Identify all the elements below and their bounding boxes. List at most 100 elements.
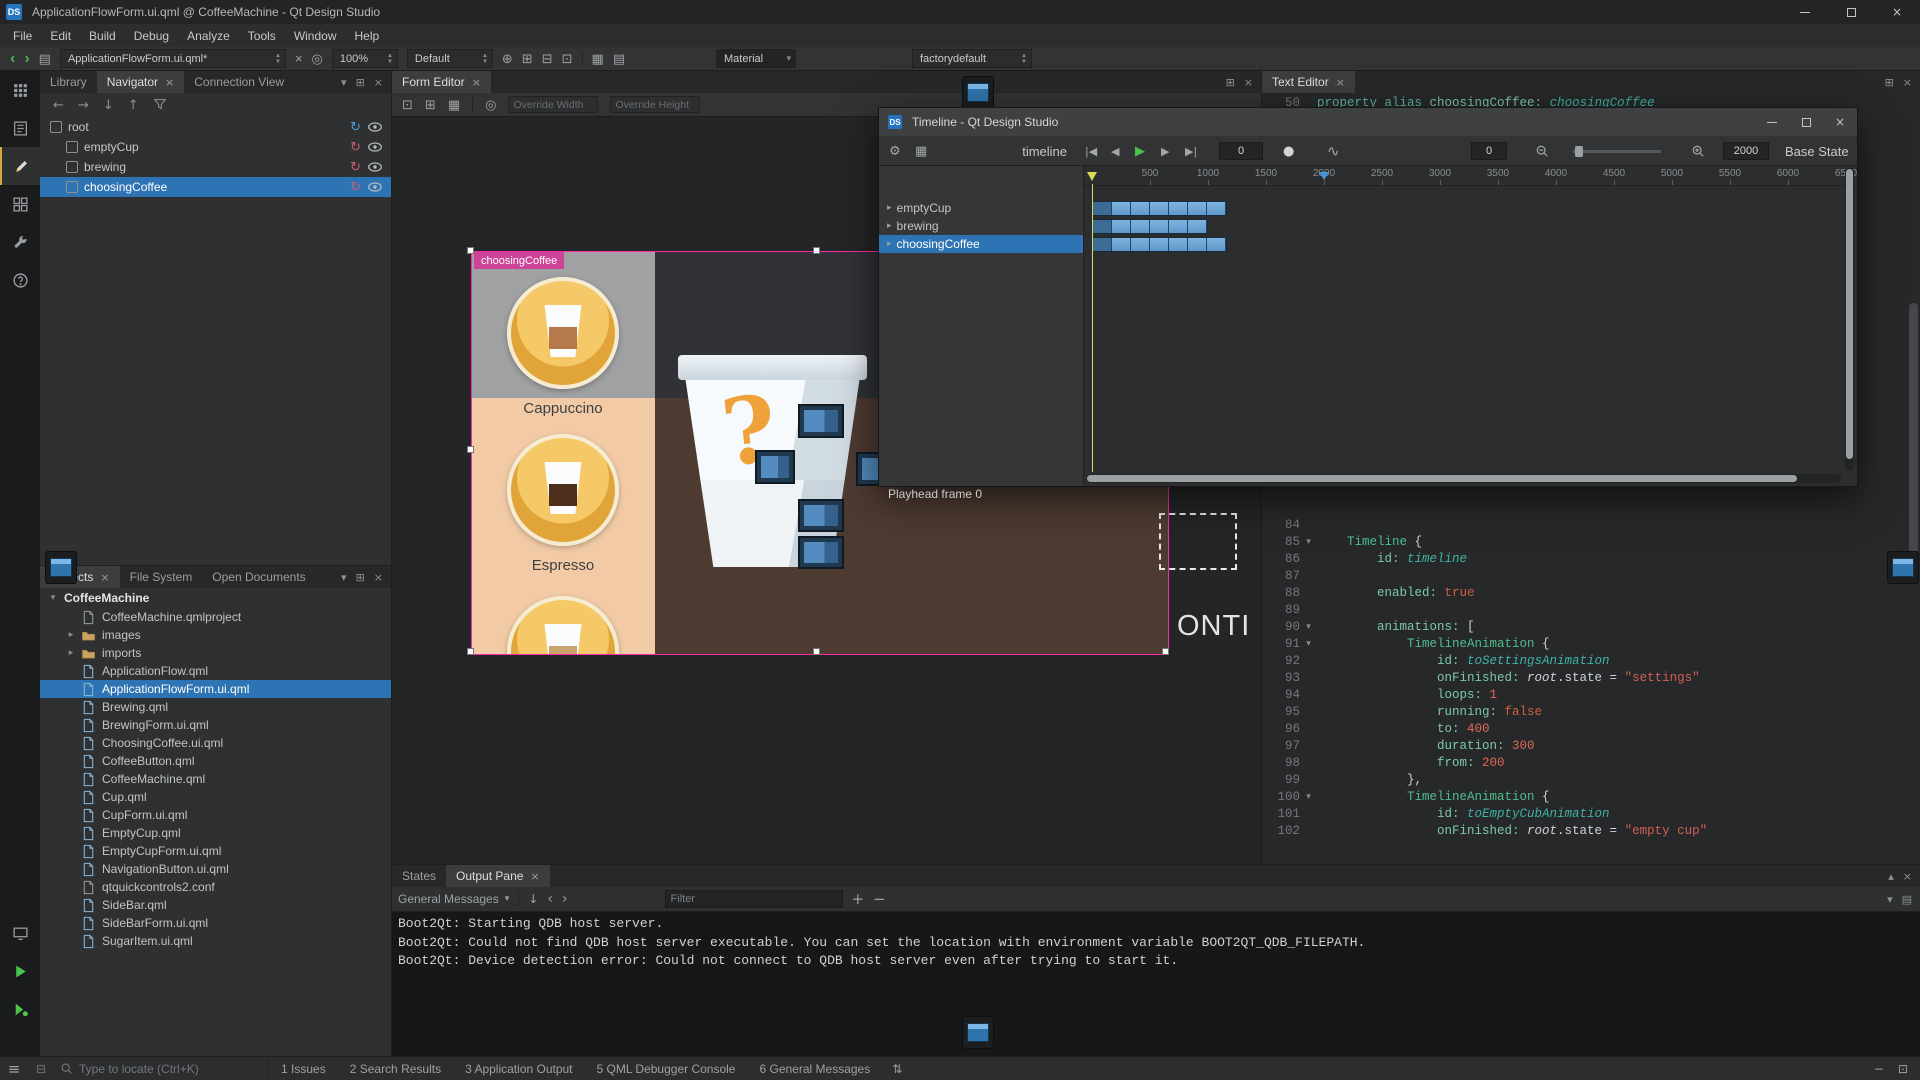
keyframe-cell[interactable]: [1169, 220, 1188, 233]
resize-tool-icon[interactable]: ▦: [448, 98, 460, 111]
tab-close-icon[interactable]: ×: [165, 76, 174, 89]
console-output[interactable]: Boot2Qt: Starting QDB host server.Boot2Q…: [392, 912, 1920, 972]
timeline-step-forward-button[interactable]: ▶: [1161, 136, 1169, 166]
filter-input[interactable]: [665, 890, 843, 908]
timeline-vscrollbar[interactable]: [1845, 168, 1854, 470]
project-file-coffeemachine-qmlproject[interactable]: CoffeeMachine.qmlproject: [40, 608, 391, 626]
scrollbar-thumb[interactable]: [1087, 475, 1797, 482]
zoom-out-button[interactable]: −: [873, 890, 886, 908]
project-file-coffeebutton-qml[interactable]: CoffeeButton.qml: [40, 752, 391, 770]
dock-indicator-left[interactable]: [45, 551, 77, 584]
navigator-item-choosingCoffee[interactable]: choosingCoffee↻: [40, 177, 391, 197]
alias-export-icon[interactable]: ↻: [350, 181, 361, 194]
navigator-filter-icon[interactable]: [153, 97, 167, 114]
end-frame-marker[interactable]: [1319, 172, 1329, 180]
help-mode-button[interactable]: [0, 261, 40, 299]
timeline-filter-icon[interactable]: ▦: [915, 136, 927, 166]
override-width-input[interactable]: [508, 96, 598, 113]
navigator-item-brewing[interactable]: brewing↻: [40, 157, 391, 177]
back-button[interactable]: ‹: [10, 51, 15, 67]
zoom-in-button[interactable]: +: [852, 890, 865, 908]
visibility-eye-icon[interactable]: [367, 119, 383, 135]
record-button[interactable]: ●: [1283, 136, 1294, 166]
navigator-move-up-icon[interactable]: ↑: [128, 98, 139, 113]
panel-split-icon[interactable]: ⊞: [356, 571, 365, 584]
timeline-step-back-button[interactable]: ◀: [1111, 136, 1119, 166]
base-state-button[interactable]: Base State: [1785, 136, 1849, 166]
alias-export-icon[interactable]: ↻: [350, 121, 361, 134]
keyframe-cell[interactable]: [1188, 238, 1207, 251]
forward-button[interactable]: ›: [24, 51, 29, 67]
code-line[interactable]: 84: [1262, 517, 1906, 534]
timeline-track-brewing[interactable]: ▸brewing: [879, 217, 1083, 235]
tab-states[interactable]: States: [392, 865, 446, 887]
status-pane-1[interactable]: 1 Issues: [269, 1062, 338, 1076]
zoom-dropdown[interactable]: 100% ▲▼: [332, 49, 398, 68]
keyframe-cell[interactable]: [1150, 202, 1169, 215]
local-frame-input[interactable]: [1471, 142, 1507, 160]
panel-dropdown-icon[interactable]: ▾: [341, 571, 347, 584]
goto-implementation-icon[interactable]: ◎: [485, 98, 496, 111]
selection-handle[interactable]: [1162, 648, 1169, 655]
timeline-to-end-button[interactable]: ▶|: [1185, 136, 1197, 166]
tab-text-editor[interactable]: Text Editor×: [1262, 71, 1355, 93]
tab-navigator[interactable]: Navigator×: [97, 71, 185, 93]
dock-indicator-top[interactable]: [962, 76, 994, 109]
project-file-brewingform-ui-qml[interactable]: BrewingForm.ui.qml: [40, 716, 391, 734]
project-file-emptycupform-ui-qml[interactable]: EmptyCupForm.ui.qml: [40, 842, 391, 860]
selection-handle[interactable]: [467, 247, 474, 254]
hide-panes-icon[interactable]: −: [1874, 1062, 1884, 1076]
tab-close-icon[interactable]: ×: [1336, 76, 1345, 89]
alias-export-icon[interactable]: ↻: [350, 161, 361, 174]
minimize-button[interactable]: [1755, 108, 1789, 136]
code-line[interactable]: 93onFinished: root.state = "settings": [1262, 670, 1906, 687]
panel-close-icon[interactable]: ×: [1903, 870, 1912, 883]
dock-indicator-right[interactable]: [1887, 551, 1919, 584]
show-grid-icon[interactable]: ▦: [592, 52, 604, 65]
project-file-cup-qml[interactable]: Cup.qml: [40, 788, 391, 806]
keyframe-cell[interactable]: [1150, 220, 1169, 233]
visibility-eye-icon[interactable]: [367, 159, 383, 175]
menu-item-file[interactable]: File: [4, 24, 41, 47]
keyframe-bar[interactable]: [1092, 201, 1227, 216]
locator-input[interactable]: [79, 1062, 249, 1076]
keyframe-cell[interactable]: [1093, 238, 1112, 251]
bounding-rects-icon[interactable]: ⊟: [542, 52, 553, 65]
autoscroll-icon[interactable]: ↓: [528, 892, 538, 906]
menu-item-analyze[interactable]: Analyze: [178, 24, 239, 47]
project-file-sugaritem-ui-qml[interactable]: SugarItem.ui.qml: [40, 932, 391, 950]
playhead-frame-input[interactable]: [1219, 142, 1263, 160]
timeline-settings-icon[interactable]: ⚙: [889, 136, 901, 166]
project-file-brewing-qml[interactable]: Brewing.qml: [40, 698, 391, 716]
spinner-icon[interactable]: ▲▼: [275, 53, 281, 65]
code-line[interactable]: 99},: [1262, 772, 1906, 789]
code-line[interactable]: 95running: false: [1262, 704, 1906, 721]
menu-item-debug[interactable]: Debug: [125, 24, 178, 47]
status-pane-4[interactable]: 5 QML Debugger Console: [585, 1062, 748, 1076]
keyframe-cell[interactable]: [1207, 202, 1226, 215]
current-file-dropdown[interactable]: ApplicationFlowForm.ui.qml* ▲▼: [60, 49, 286, 68]
menu-item-window[interactable]: Window: [285, 24, 346, 47]
keyframe-cell[interactable]: [1093, 220, 1112, 233]
keyframe-cell[interactable]: [1112, 202, 1131, 215]
panel-split-icon[interactable]: ⊞: [1226, 76, 1235, 89]
navigator-item-root[interactable]: root↻: [40, 117, 391, 137]
menu-item-tools[interactable]: Tools: [239, 24, 285, 47]
tools-mode-button[interactable]: [0, 223, 40, 261]
snap-margins-icon[interactable]: ⊞: [522, 52, 533, 65]
select-tool-icon[interactable]: ⊡: [402, 98, 413, 111]
project-root-item[interactable]: ▾ CoffeeMachine: [40, 588, 391, 608]
timeline-play-button[interactable]: ▶: [1135, 136, 1145, 166]
keyframe-cell[interactable]: [1150, 238, 1169, 251]
navigator-item-emptyCup[interactable]: emptyCup↻: [40, 137, 391, 157]
tab-close-icon[interactable]: ×: [100, 571, 109, 584]
kit-button[interactable]: [0, 914, 40, 952]
keyframe-cell[interactable]: [1131, 220, 1150, 233]
run-button[interactable]: [0, 952, 40, 990]
close-button[interactable]: ×: [1874, 0, 1920, 24]
sugar-cube-icon[interactable]: [798, 536, 844, 569]
curve-editor-icon[interactable]: ∿: [1327, 136, 1340, 166]
zoom-in-icon[interactable]: [1691, 136, 1705, 166]
project-file-applicationflow-qml[interactable]: ApplicationFlow.qml: [40, 662, 391, 680]
code-line[interactable]: 101id: toEmptyCubAnimation: [1262, 806, 1906, 823]
